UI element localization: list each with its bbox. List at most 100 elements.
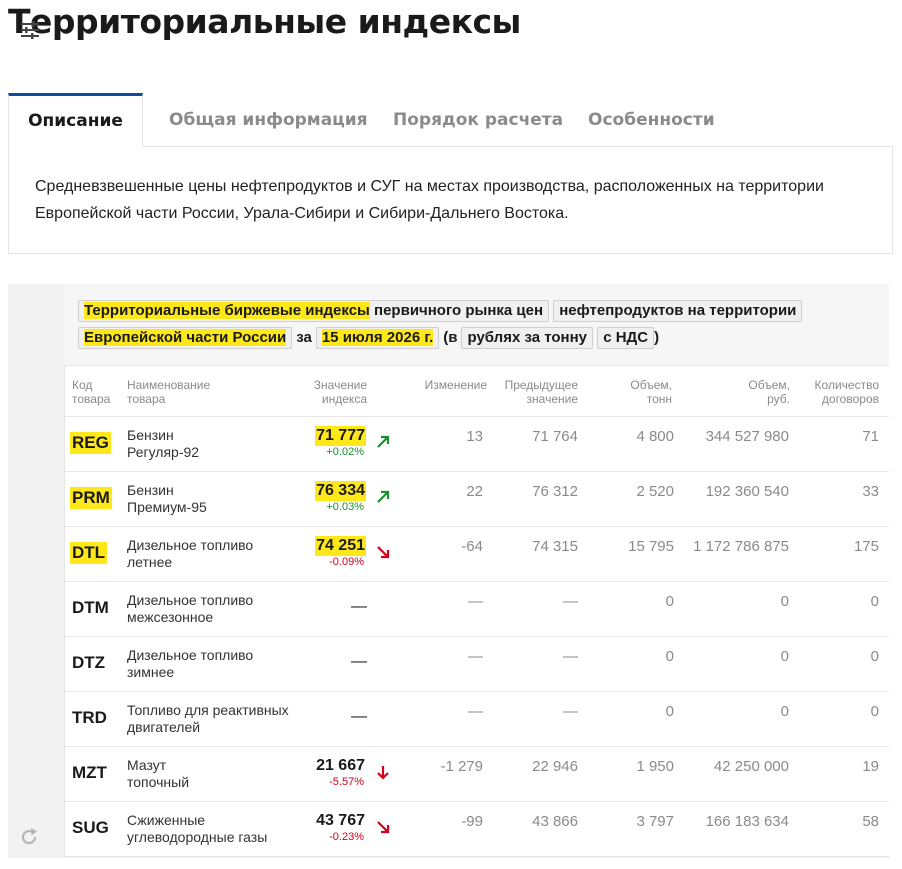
- trend-arrow-icon: [375, 819, 391, 835]
- row-volume-rub: 1 172 786 875: [693, 538, 789, 555]
- for-text: за: [296, 329, 312, 346]
- row-product-name: Дизельное топливо зимнее: [127, 647, 254, 680]
- row-code[interactable]: MZT: [70, 762, 109, 784]
- header-deals: Количество договоров: [814, 378, 879, 406]
- row-volume-tons: 15 795: [628, 538, 674, 555]
- row-prev-value: 43 866: [532, 813, 578, 830]
- row-volume-rub: 0: [780, 648, 789, 665]
- row-change: -64: [461, 538, 483, 555]
- row-prev-value: 71 764: [532, 428, 578, 445]
- row-volume-rub: 344 527 980: [705, 428, 789, 445]
- widget-title-line-1: Территориальные биржевые индексы первичн…: [78, 300, 803, 322]
- tab-description[interactable]: Описание: [8, 93, 143, 147]
- row-divider: [64, 636, 889, 637]
- row-divider: [64, 856, 889, 857]
- row-volume-rub: 42 250 000: [713, 758, 789, 775]
- row-divider: [64, 691, 889, 692]
- row-prev-value: 76 312: [532, 483, 578, 500]
- row-index-value: 76 334: [315, 481, 366, 501]
- row-product-name: Дизельное топливо летнее: [127, 537, 254, 570]
- header-vol-t: Объем, тонн: [630, 378, 672, 406]
- tab-general-info[interactable]: Общая информация: [169, 93, 368, 147]
- region-selector[interactable]: Европейской части России: [78, 327, 293, 349]
- row-prev-value: 22 946: [532, 758, 578, 775]
- row-change: —: [468, 703, 483, 720]
- product-selector[interactable]: нефтепродуктов на территории: [553, 300, 803, 322]
- widget-title-bar: [64, 284, 889, 366]
- row-volume-rub: 0: [780, 593, 789, 610]
- row-volume-rub: 0: [780, 703, 789, 720]
- row-volume-tons: 0: [665, 593, 674, 610]
- row-deals-count: 19: [862, 758, 879, 775]
- row-divider: [64, 801, 889, 802]
- row-prev-value: —: [563, 648, 578, 665]
- trend-arrow-icon: [375, 434, 391, 450]
- row-change: 22: [466, 483, 483, 500]
- tab-bar: Описание Общая информация Порядок расчет…: [8, 93, 893, 147]
- row-index-value: —: [351, 653, 367, 670]
- row-code[interactable]: PRM: [70, 487, 112, 509]
- row-prev-value: —: [563, 703, 578, 720]
- header-vol-rub: Объем, руб.: [748, 378, 790, 406]
- close-paren: ): [654, 329, 660, 346]
- date-selector[interactable]: 15 июля 2026 г.: [315, 327, 440, 349]
- row-index-change-pct: +0.03%: [326, 501, 364, 513]
- row-code[interactable]: TRD: [70, 707, 109, 729]
- in-text: (в: [443, 329, 458, 346]
- row-volume-tons: 3 797: [636, 813, 674, 830]
- row-deals-count: 58: [862, 813, 879, 830]
- row-divider: [64, 526, 889, 527]
- row-index-value: 74 251: [315, 536, 366, 556]
- trend-arrow-icon: [375, 544, 391, 560]
- row-code[interactable]: SUG: [70, 817, 111, 839]
- row-deals-count: 0: [870, 593, 879, 610]
- row-index-value: —: [351, 708, 367, 725]
- row-volume-rub: 166 183 634: [705, 813, 789, 830]
- row-change: —: [468, 648, 483, 665]
- row-index-change-pct: -0.23%: [329, 831, 364, 843]
- row-divider: [64, 581, 889, 582]
- row-code[interactable]: REG: [70, 432, 111, 454]
- row-index-value: 71 777: [315, 426, 366, 446]
- row-code[interactable]: DTZ: [70, 652, 107, 674]
- header-index: Значение индекса: [313, 378, 367, 406]
- row-volume-tons: 0: [665, 648, 674, 665]
- row-volume-tons: 0: [665, 703, 674, 720]
- trend-arrow-icon: [375, 764, 391, 780]
- tab-calculation[interactable]: Порядок расчета: [393, 93, 563, 147]
- tab-features[interactable]: Особенности: [588, 93, 715, 147]
- refresh-icon[interactable]: [18, 826, 40, 848]
- description-text: Средневзвешенные цены нефтепродуктов и С…: [35, 178, 824, 222]
- row-change: -99: [461, 813, 483, 830]
- unit-selector[interactable]: рублях за тонну: [461, 327, 594, 349]
- row-index-value: 21 667: [316, 757, 365, 774]
- sliders-icon[interactable]: [20, 20, 40, 40]
- header-change: Изменение: [424, 378, 487, 392]
- header-prev: Предыдущее значение: [504, 378, 578, 406]
- row-product-name: Сжиженные углеводородные газы: [127, 812, 268, 845]
- widget-title-line-2: Европейской части России за 15 июля 2026 г…: [78, 327, 659, 349]
- row-product-name: Бензин Регуляр-92: [127, 427, 200, 460]
- vat-selector[interactable]: с НДС: [597, 327, 655, 349]
- tab-panel-description: Средневзвешенные цены нефтепродуктов и С…: [8, 146, 893, 254]
- row-prev-value: —: [563, 593, 578, 610]
- row-deals-count: 0: [870, 703, 879, 720]
- row-change: -1 279: [440, 758, 483, 775]
- trend-arrow-icon: [375, 489, 391, 505]
- header-code: Код товара: [72, 378, 111, 406]
- row-index-change-pct: +0.02%: [326, 446, 364, 458]
- row-change: 13: [466, 428, 483, 445]
- row-index-change-pct: -5.57%: [329, 776, 364, 788]
- index-type-selector[interactable]: Территориальные биржевые индексы первичн…: [78, 300, 550, 322]
- row-volume-tons: 2 520: [636, 483, 674, 500]
- row-code[interactable]: DTM: [70, 597, 111, 619]
- row-code[interactable]: DTL: [70, 542, 108, 564]
- row-product-name: Бензин Премиум-95: [127, 482, 207, 515]
- row-deals-count: 71: [862, 428, 879, 445]
- row-change: —: [468, 593, 483, 610]
- row-deals-count: 0: [870, 648, 879, 665]
- row-divider: [64, 471, 889, 472]
- row-divider: [64, 416, 889, 417]
- row-index-value: 43 767: [316, 812, 365, 829]
- row-deals-count: 175: [853, 538, 879, 555]
